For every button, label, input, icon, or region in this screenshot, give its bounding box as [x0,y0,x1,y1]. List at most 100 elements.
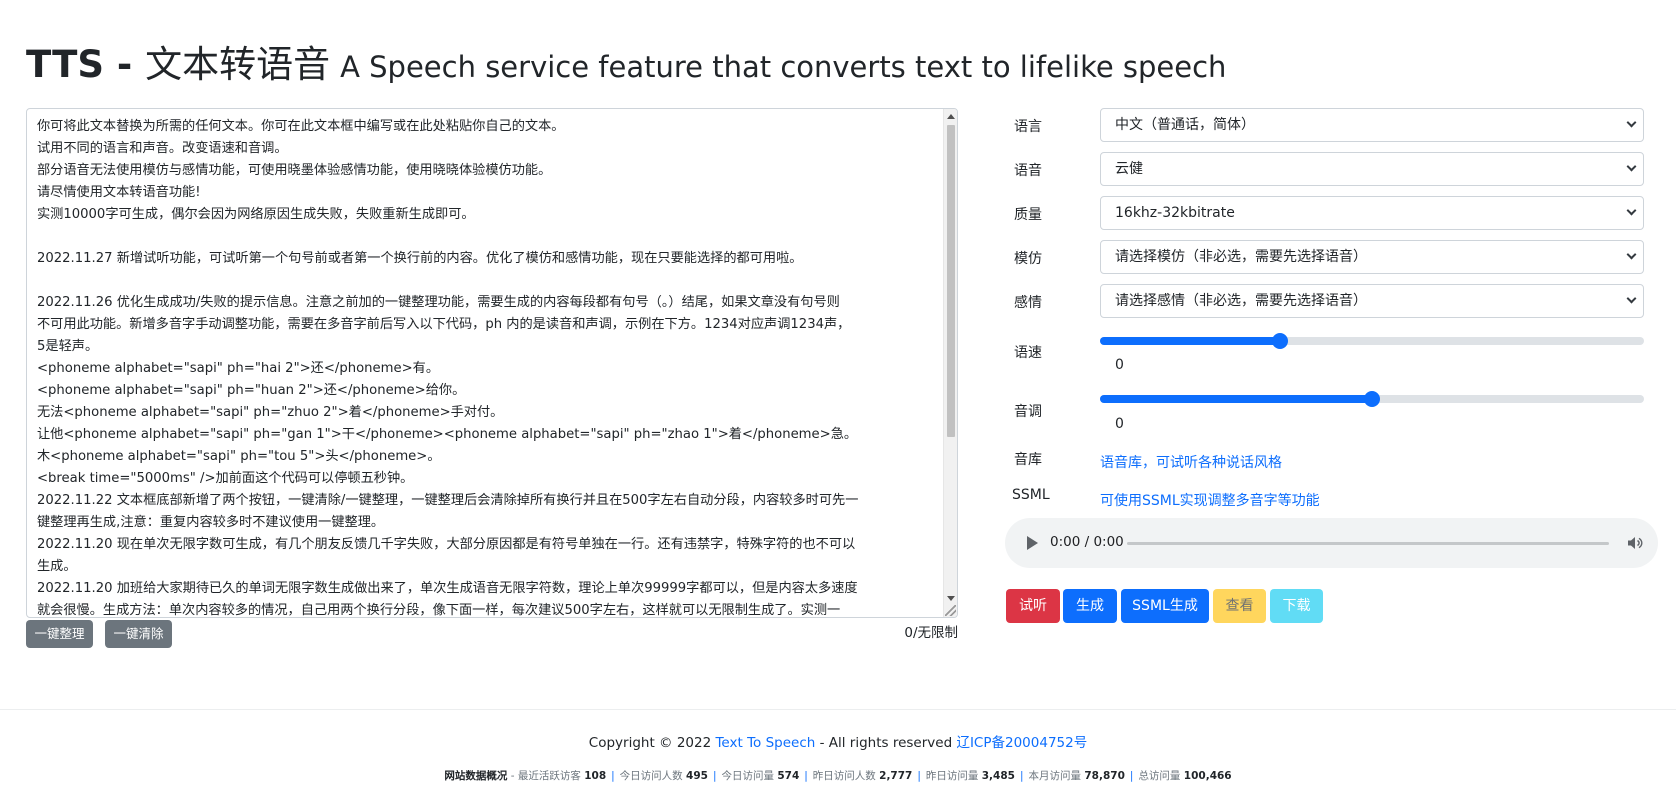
ssml-label: SSML [1012,487,1050,503]
title-cn: 文本转语音 [145,43,331,86]
editor-line: 2022.11.26 优化生成成功/失败的提示信息。注意之前加的一键整理功能，需… [37,295,840,310]
clear-button[interactable]: 一键清除 [105,620,172,648]
pitch-slider[interactable] [1100,390,1644,408]
quality-label: 质量 [1014,207,1042,223]
editor-line: 2022.11.20 现在单次无限字数可生成，有几个朋友反馈几千字失败，大部分原… [37,537,856,552]
quality-value: 16khz-32kbitrate [1115,205,1235,221]
stat-label: 今日访问量 [721,770,778,782]
scrollbar-thumb[interactable] [947,125,955,437]
download-button[interactable]: 下载 [1270,589,1323,623]
stat-value: 574 [777,770,800,782]
editor-line: 无法<phoneme alphabet="sapi" ph="zhuo 2">着… [37,405,504,420]
rate-slider[interactable] [1100,332,1644,350]
stat-value: 2,777 [879,770,913,782]
editor-line: 5是轻声。 [37,339,99,354]
text-input-area[interactable]: 你可将此文本替换为所需的任何文本。你可在此文本框中编写或在此处粘贴你自己的文本。… [26,108,958,618]
page-title: TTS - 文本转语音 A Speech service feature tha… [26,34,1226,86]
editor-line: 木<phoneme alphabet="sapi" ph="tou 5">头</… [37,449,441,464]
pitch-value: 0 [1115,416,1124,432]
emotion-label: 感情 [1014,295,1042,311]
scroll-up-icon[interactable] [947,114,955,119]
audio-time: 0:00 / 0:00 [1050,534,1124,550]
site-stats: 网站数据概况 - 最近活跃访客 108 | 今日访问人数 495 | 今日访问量 574… [444,770,1232,782]
scroll-down-icon[interactable] [947,596,955,601]
imitation-value: 请选择模仿（非必选，需要先选择语音） [1115,249,1367,265]
stat-label: 昨日访问量 [925,770,982,782]
chevron-down-icon [1626,117,1637,128]
stat-label: 总访问量 [1138,770,1184,782]
editor-line: <phoneme alphabet="sapi" ph="hai 2">还</p… [37,361,440,376]
editor-line: 部分语音无法使用模仿与感情功能，可使用晓墨体验感情功能，使用晓晓体验模仿功能。 [37,163,552,178]
editor-line: 2022.11.27 新增试听功能，可试听第一个句号前或者第一个换行前的内容。优… [37,251,803,266]
title-prefix: TTS - [26,43,146,86]
view-button[interactable]: 查看 [1213,589,1266,623]
editor-line: 你可将此文本替换为所需的任何文本。你可在此文本框中编写或在此处粘贴你自己的文本。 [37,119,565,134]
stats-title: 网站数据概况 [444,770,508,782]
ssml-link[interactable]: 可使用SSML实现调整多音字等功能 [1100,490,1320,510]
editor-line: 2022.11.20 加班给大家期待已久的单词无限字数生成做出来了，单次生成语音… [37,581,858,596]
site-link[interactable]: Text To Speech [715,735,815,751]
char-count: 0/无限制 [904,625,958,641]
preview-button[interactable]: 试听 [1006,589,1060,623]
language-value: 中文（普通话，简体） [1115,117,1255,133]
chevron-down-icon [1626,249,1637,260]
quality-select[interactable]: 16khz-32kbitrate [1100,196,1644,230]
pitch-slider-fill [1100,395,1372,403]
volume-icon[interactable] [1627,536,1643,550]
pitch-slider-handle[interactable] [1364,391,1380,407]
editor-line: 就会很慢。生成方法：单次内容较多的情况，自己用两个换行分段，像下面一样，每次建议… [37,603,841,618]
resize-grip-icon[interactable] [945,605,956,616]
audio-player[interactable]: 0:00 / 0:00 [1005,518,1658,568]
chevron-down-icon [1626,205,1637,216]
audio-progress-bar[interactable] [1127,542,1609,545]
stat-value: 495 [686,770,708,782]
emotion-select[interactable]: 请选择感情（非必选，需要先选择语音） [1100,284,1644,318]
editor-scrollbar[interactable] [943,109,957,617]
rate-slider-fill [1100,337,1280,345]
editor-line: 2022.11.22 文本框底部新增了两个按钮，一键清除/一键整理，一键整理后会… [37,493,859,508]
stat-value: 100,466 [1183,770,1232,782]
copyright: Copyright © 2022 Text To Speech - All ri… [588,735,1088,751]
rate-slider-handle[interactable] [1271,333,1288,349]
stat-value: 108 [584,770,607,782]
imitation-select[interactable]: 请选择模仿（非必选，需要先选择语音） [1100,240,1644,274]
voice-value: 云健 [1115,161,1143,177]
footer-divider [0,709,1676,710]
text-content[interactable]: 你可将此文本替换为所需的任何文本。你可在此文本框中编写或在此处粘贴你自己的文本。… [37,116,935,618]
play-icon[interactable] [1027,536,1038,550]
stat-label: 本月访问量 [1028,770,1085,782]
editor-line: 让他<phoneme alphabet="sapi" ph="gan 1">干<… [37,427,858,442]
voice-label: 语音 [1014,163,1042,179]
rate-label: 语速 [1014,345,1042,361]
icp-link[interactable]: 辽ICP备20004752号 [956,735,1087,751]
pitch-label: 音调 [1014,404,1042,420]
voice-select[interactable]: 云健 [1100,152,1644,186]
tidy-button[interactable]: 一键整理 [26,620,93,648]
rate-value: 0 [1115,357,1124,373]
stat-label: 昨日访问人数 [812,770,880,782]
voice-library-label: 音库 [1014,452,1042,468]
generate-button[interactable]: 生成 [1063,589,1117,623]
voice-library-link[interactable]: 语音库，可试听各种说话风格 [1100,452,1282,472]
imitation-label: 模仿 [1014,251,1042,267]
editor-line: 不可用此功能。新增多音字手动调整功能，需要在多音字前后写入以下代码，ph 内的是… [37,317,851,332]
language-label: 语言 [1014,119,1042,135]
editor-line: 请尽情使用文本转语音功能! [37,185,201,200]
page-subtitle: A Speech service feature that converts t… [340,50,1227,84]
chevron-down-icon [1626,293,1637,304]
editor-line: 实测10000字可生成，偶尔会因为网络原因生成失败，失败重新生成即可。 [37,207,475,222]
stat-label: 最近活跃访客 [517,770,585,782]
ssml-generate-button[interactable]: SSML生成 [1121,589,1209,623]
chevron-down-icon [1626,161,1637,172]
emotion-value: 请选择感情（非必选，需要先选择语音） [1115,293,1367,309]
editor-line: <break time="5000ms" />加前面这个代码可以停顿五秒钟。 [37,471,414,486]
stat-value: 3,485 [981,770,1015,782]
stat-value: 78,870 [1084,770,1125,782]
editor-line: 键整理再生成,注意：重复内容较多时不建议使用一键整理。 [37,515,385,530]
stat-label: 今日访问人数 [619,770,687,782]
language-select[interactable]: 中文（普通话，简体） [1100,108,1644,142]
editor-line: <phoneme alphabet="sapi" ph="huan 2">还</… [37,383,466,398]
editor-line: 生成。 [37,559,77,574]
